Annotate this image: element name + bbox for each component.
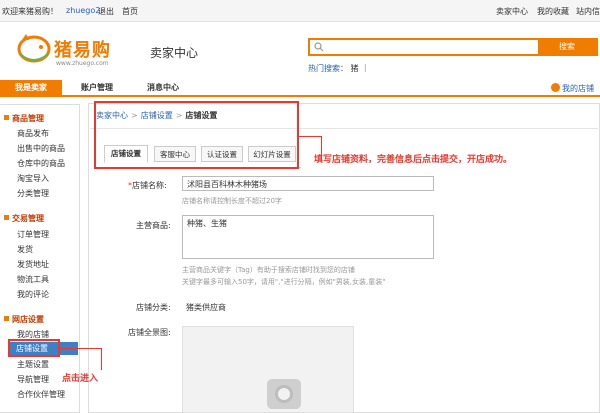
store-name-hint: 店铺名称请控制长度不超过20字 [182,197,282,205]
sidebar-group-trade: 交易管理 [4,213,44,224]
panorama-upload[interactable] [182,326,354,413]
annotation-click-enter: 点击进入 [62,374,99,384]
main-nav: 我是卖家 账户管理 消息中心 我的店铺 [0,80,600,97]
store-icon [551,83,560,92]
top-bar: 欢迎来猪易购！ zhuego2 退出 首页 卖家中心 我的收藏 站内信 [0,0,600,22]
search-box[interactable]: 搜索 [308,38,598,56]
store-name-input[interactable]: 沭阳县百科林木种猪场 [182,176,434,191]
sidebar-item-reviews[interactable]: 我的评论 [17,289,49,300]
annotation-box-tabs [94,101,299,169]
home-link[interactable]: 首页 [122,6,138,17]
square-icon [4,215,9,220]
sidebar-group-label: 商品管理 [12,114,44,123]
sidebar-item-taobao-import[interactable]: 淘宝导入 [17,173,49,184]
main-goods-hint-1: 主营商品关键字（Tag）有助于搜索店铺时找到您的店铺 [182,266,355,274]
category-value: 猪类供应商 [186,303,226,312]
hot-search-items[interactable]: 猪 ｜ [351,64,370,73]
store-name-label-text: 店铺名称: [132,181,167,190]
logo-name: 猪易购 [54,40,111,61]
sidebar-item-logistics[interactable]: 物流工具 [17,274,49,285]
main-goods-label: 主营商品: [136,221,171,230]
sidebar-item-orders[interactable]: 订单管理 [17,229,49,240]
logout-link[interactable]: 退出 [98,6,114,17]
sidebar-group-goods: 商品管理 [4,113,44,124]
camera-icon [267,379,301,409]
hot-search-label: 热门搜索： [308,64,348,73]
pig-logo-icon [17,34,51,63]
main-goods-textarea[interactable]: 种猪、生猪 [182,215,434,259]
my-store-link[interactable]: 我的店铺 [551,83,594,94]
sidebar-item-warehouse[interactable]: 仓库中的商品 [17,158,65,169]
site-logo[interactable]: 猪易购 www.zhuego.com [16,30,136,72]
sidebar-item-categories[interactable]: 分类管理 [17,188,49,199]
sidebar-group-label: 网店设置 [12,315,44,324]
annotation-fill-info: 填写店铺资料，完善信息后点击提交，开店成功。 [314,155,513,165]
favorites-link[interactable]: 我的收藏 [537,6,569,17]
username-link[interactable]: zhuego2 [66,6,100,15]
sidebar-item-navigation[interactable]: 导航管理 [17,374,49,385]
sidebar-item-partners[interactable]: 合作伙伴管理 [17,389,65,400]
sidebar-item-on-sale[interactable]: 出售中的商品 [17,143,65,154]
panorama-label: 店铺全景图: [128,328,171,337]
annotation-box-sidebar [8,339,60,357]
square-icon [4,316,9,321]
main-goods-hint-2: 关键字最多可输入50字，请用","进行分隔，例如"男装,女装,童装" [182,278,386,286]
camera-lens [275,385,293,403]
sidebar-item-theme[interactable]: 主题设置 [17,359,49,370]
annotation-line [101,348,102,370]
my-store-label: 我的店铺 [562,84,594,93]
square-icon [4,115,9,120]
tab-account[interactable]: 账户管理 [66,80,128,96]
logo-url: www.zhuego.com [56,60,109,67]
annotation-line [299,136,321,137]
seller-center-link[interactable]: 卖家中心 [496,6,528,17]
site-messages-link[interactable]: 站内信 [576,6,600,17]
welcome-text: 欢迎来猪易购！ [2,7,58,16]
category-label: 店铺分类: [136,303,171,312]
search-icon [314,42,324,52]
sidebar-item-publish[interactable]: 商品发布 [17,128,49,139]
annotation-line [60,348,102,349]
sidebar-group-store: 网店设置 [4,314,44,325]
sidebar-item-ship-address[interactable]: 发货地址 [17,259,49,270]
hot-searches: 热门搜索： 猪 ｜ [308,63,369,74]
search-button[interactable]: 搜索 [538,40,596,54]
tab-messages[interactable]: 消息中心 [132,80,194,96]
store-name-label: *店铺名称: [128,180,167,191]
page-title: 卖家中心 [150,46,199,60]
sidebar-group-label: 交易管理 [12,214,44,223]
tab-seller[interactable]: 我是卖家 [0,80,62,96]
sidebar-item-ship[interactable]: 发货 [17,244,33,255]
